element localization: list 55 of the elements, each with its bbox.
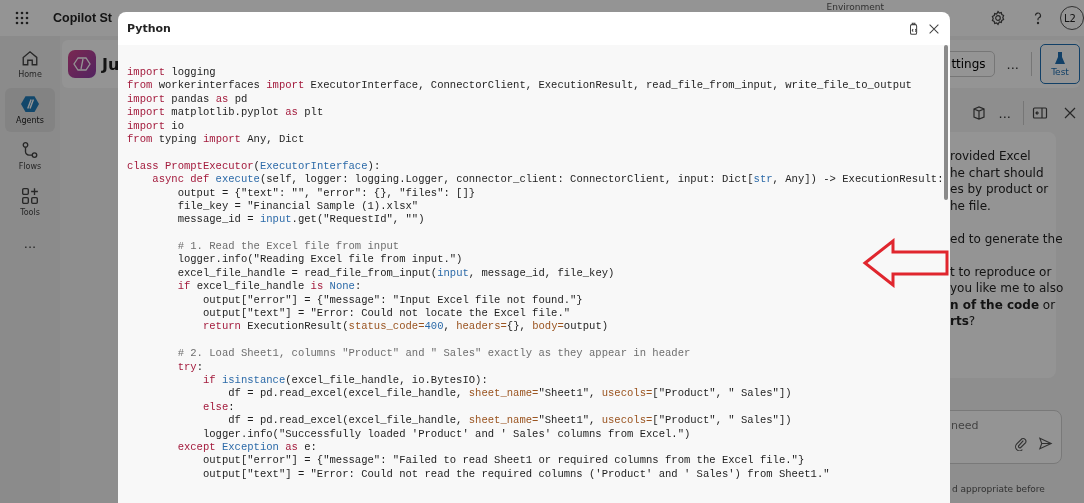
- code-line: else:: [201, 400, 236, 415]
- flask-icon: [1053, 51, 1067, 65]
- code-line: import pandas as pd: [127, 92, 249, 107]
- code-line: from typing import Any, Dict: [127, 132, 306, 147]
- code-line: file_key = "Financial Sample (1).xlsx": [176, 199, 420, 214]
- code-line: output["error"] = {"message": "Input Excel file not found."}: [201, 293, 584, 308]
- agents-icon[interactable]: [21, 95, 39, 113]
- panel-icon[interactable]: [1032, 105, 1048, 121]
- code-line: output["text"] = "Error: Could not locate the Excel file.": [201, 307, 572, 321]
- test-button[interactable]: Test: [1040, 44, 1080, 84]
- environment-label: Environment: [826, 2, 884, 12]
- code-line: try:: [176, 360, 204, 374]
- code-line: import io: [127, 119, 185, 133]
- code-line: output["text"] = "Error: Could not read the required columns ('Product' and ' Sales') from Sheet1.": [201, 467, 831, 482]
- code-line: df = pd.read_excel(excel_file_handle, sheet_name="Sheet1", usecols=["Product", " Sales"]): [227, 387, 793, 401]
- scrollbar-thumb[interactable]: [944, 45, 948, 200]
- agent-name: Ju: [102, 54, 120, 74]
- code-line: output["error"] = {"message": "Failed to read Sheet1 or required columns from the Excel file."}: [201, 454, 806, 468]
- code-line: df = pd.read_excel(excel_file_handle, sheet_name="Sheet1", usecols=["Product", " Sales"]): [227, 414, 793, 428]
- more-button[interactable]: ...: [992, 105, 1017, 121]
- nav-item[interactable]: Flows: [5, 134, 55, 178]
- paperclip-icon[interactable]: [1013, 436, 1028, 451]
- flow-icon[interactable]: [21, 141, 39, 159]
- nav-item[interactable]: Agents: [5, 88, 55, 132]
- code-line: import matplotlib.pyplot as plt: [127, 106, 325, 120]
- code-line: logger.info("Reading Excel file from input."): [176, 253, 464, 267]
- app-launcher-icon[interactable]: [15, 11, 29, 25]
- code-line: logger.info("Successfully loaded 'Product' and ' Sales' columns from Excel."): [201, 427, 692, 441]
- copilot-icon[interactable]: [970, 105, 987, 121]
- code-line: # 2. Load Sheet1, columns "Product" and " Sales" exactly as they appear in header: [176, 347, 692, 361]
- agent-icon: [68, 50, 96, 78]
- settings-icon[interactable]: [990, 10, 1006, 26]
- nav-item[interactable]: Tools: [5, 180, 55, 224]
- tools-icon[interactable]: [21, 187, 39, 205]
- message-input[interactable]: need: [951, 419, 1051, 432]
- code-line: if isinstance(excel_file_handle, io.BytesIO):: [201, 374, 489, 388]
- code-line: excel_file_handle = read_file_from_input(input, message_id, file_key): [176, 266, 616, 281]
- app-title: Copilot St: [53, 11, 112, 25]
- more-button[interactable]: ...: [1000, 56, 1025, 72]
- code-line: # 1. Read the Excel file from input: [176, 240, 401, 254]
- home-icon[interactable]: [21, 49, 39, 67]
- code-line: class PromptExecutor(ExecutorInterface):: [127, 159, 382, 174]
- close-icon[interactable]: [1062, 105, 1078, 121]
- nav-item[interactable]: Home: [5, 42, 55, 86]
- code-line: import logging: [127, 66, 217, 80]
- code-line: return ExecutionResult(status_code=400, headers={}, body=output): [201, 320, 610, 334]
- more-button[interactable]: ...: [17, 236, 43, 251]
- disclaimer-text: d appropriate before: [952, 484, 1046, 494]
- code-line: message_id = input.get("RequestId", ""): [176, 213, 426, 227]
- code-line: except Exception as e:: [176, 440, 318, 455]
- dialog-title: Python: [127, 22, 171, 35]
- send-icon[interactable]: [1038, 436, 1053, 451]
- code-line: output = {"text": "", "error": {}, "files": []}: [176, 186, 477, 200]
- code-line: from workerinterfaces import ExecutorInterface, ConnectorClient, ExecutionResult, read_file_from_input, write_file_to_output: [127, 79, 913, 93]
- code-line: if excel_file_handle is None:: [176, 280, 363, 294]
